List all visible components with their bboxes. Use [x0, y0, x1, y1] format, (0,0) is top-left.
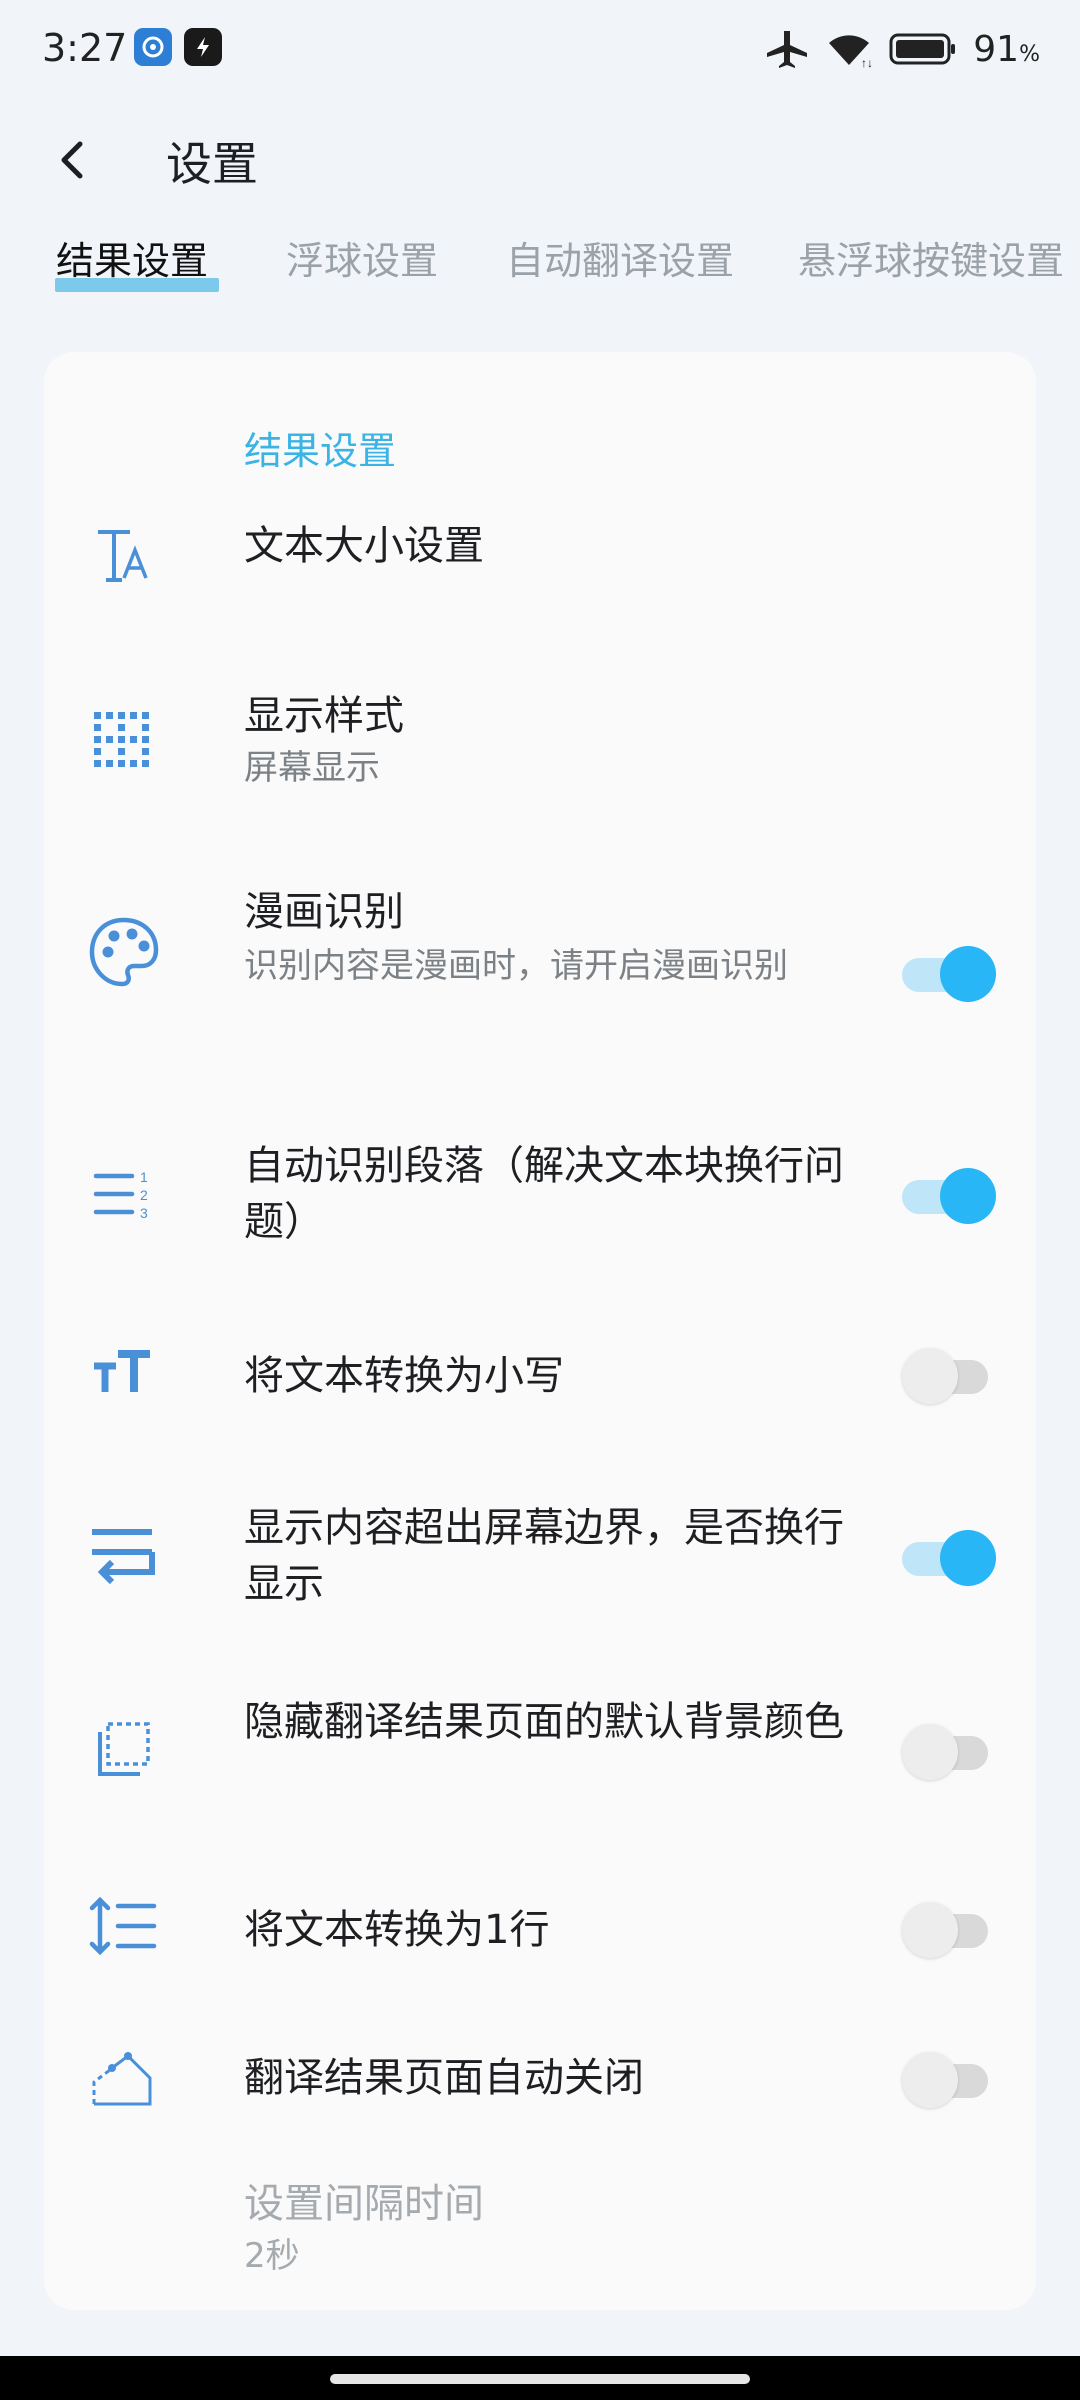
svg-text:2: 2: [140, 1187, 148, 1203]
section-title: 结果设置: [244, 429, 397, 473]
setting-auto-paragraph[interactable]: 1 2 3 自动识别段落（解决文本块换行问题）: [44, 1128, 1036, 1264]
auto-close-icon: [92, 2052, 152, 2106]
app-notification-icon: [134, 28, 172, 66]
lowercase-icon: [94, 1350, 150, 1392]
page-title: 设置: [166, 137, 258, 191]
setting-auto-close[interactable]: 翻译结果页面自动关闭: [44, 2024, 1036, 2134]
svg-text:↑↓: ↑↓: [861, 56, 873, 69]
setting-subtitle: 识别内容是漫画时，请开启漫画识别: [244, 946, 788, 986]
setting-title: 将文本转换为1行: [244, 1907, 550, 1953]
setting-title: 显示内容超出屏幕边界，是否换行显示: [244, 1505, 844, 1607]
setting-title: 翻译结果页面自动关闭: [244, 2055, 644, 2101]
status-bar: 3:27 ↑↓ 91%: [0, 0, 1080, 100]
app-notification-icon: [184, 28, 222, 66]
text-size-icon: [98, 530, 148, 582]
grid-dots-icon: [94, 712, 149, 767]
setting-subtitle: 屏幕显示: [244, 748, 380, 788]
lowercase-toggle[interactable]: [902, 1346, 996, 1406]
setting-hide-background[interactable]: 隐藏翻译结果页面的默认背景颜色: [44, 1684, 1036, 1820]
line-spacing-icon: [89, 1896, 157, 1956]
setting-single-line[interactable]: 将文本转换为1行: [44, 1878, 1036, 1988]
setting-title: 显示样式: [244, 693, 404, 739]
setting-title: 设置间隔时间: [244, 2181, 484, 2227]
setting-subtitle: 2秒: [244, 2236, 300, 2276]
back-button[interactable]: [48, 132, 104, 188]
setting-interval-time: 设置间隔时间 2秒: [44, 2164, 1036, 2284]
setting-text-size[interactable]: 文本大小设置: [44, 506, 1036, 616]
auto-paragraph-toggle[interactable]: [902, 1166, 996, 1226]
wrap-display-toggle[interactable]: [902, 1528, 996, 1588]
tab-float-ball-settings[interactable]: 浮球设置: [286, 230, 438, 285]
numbered-list-icon: 1 2 3: [93, 1169, 148, 1221]
wifi-icon: ↑↓: [829, 35, 873, 69]
palette-icon: [89, 917, 159, 987]
background-icon: [98, 1722, 150, 1776]
airplane-mode-icon: [767, 31, 808, 68]
navigation-bar: [0, 2356, 1080, 2400]
auto-close-toggle[interactable]: [902, 2050, 996, 2110]
battery-percent: 91%: [973, 28, 1040, 70]
setting-title: 文本大小设置: [244, 523, 484, 569]
back-arrow-icon: [61, 141, 83, 179]
comic-recognition-toggle[interactable]: [902, 944, 996, 1004]
setting-title: 漫画识别: [244, 889, 404, 935]
tab-result-settings[interactable]: 结果设置: [56, 230, 208, 285]
battery-icon: [889, 33, 956, 65]
single-line-toggle[interactable]: [902, 1900, 996, 1960]
setting-wrap-display[interactable]: 显示内容超出屏幕边界，是否换行显示: [44, 1490, 1036, 1626]
tab-auto-translate-settings[interactable]: 自动翻译设置: [506, 230, 734, 285]
tab-bar: 结果设置 浮球设置 自动翻译设置 悬浮球按键设置: [0, 230, 1080, 300]
home-gesture-handle[interactable]: [330, 2374, 750, 2384]
tab-float-ball-key-settings[interactable]: 悬浮球按键设置: [798, 230, 1064, 285]
svg-text:3: 3: [140, 1205, 148, 1221]
app-header: 设置: [0, 110, 1080, 210]
setting-title: 将文本转换为小写: [244, 1353, 564, 1399]
wrap-text-icon: [92, 1529, 155, 1585]
settings-card: 结果设置 文本大小设置 显示样式 屏幕显示 漫画识别 识别内容是漫画时，请开启漫…: [44, 352, 1036, 2310]
status-time: 3:27: [42, 26, 128, 70]
svg-text:1: 1: [140, 1169, 148, 1185]
setting-comic-recognition[interactable]: 漫画识别 识别内容是漫画时，请开启漫画识别: [44, 872, 1036, 1072]
setting-display-style[interactable]: 显示样式 屏幕显示: [44, 674, 1036, 814]
setting-lowercase[interactable]: 将文本转换为小写: [44, 1322, 1036, 1432]
setting-title: 隐藏翻译结果页面的默认背景颜色: [244, 1699, 844, 1745]
setting-title: 自动识别段落（解决文本块换行问题）: [244, 1143, 844, 1245]
hide-background-toggle[interactable]: [902, 1722, 996, 1782]
